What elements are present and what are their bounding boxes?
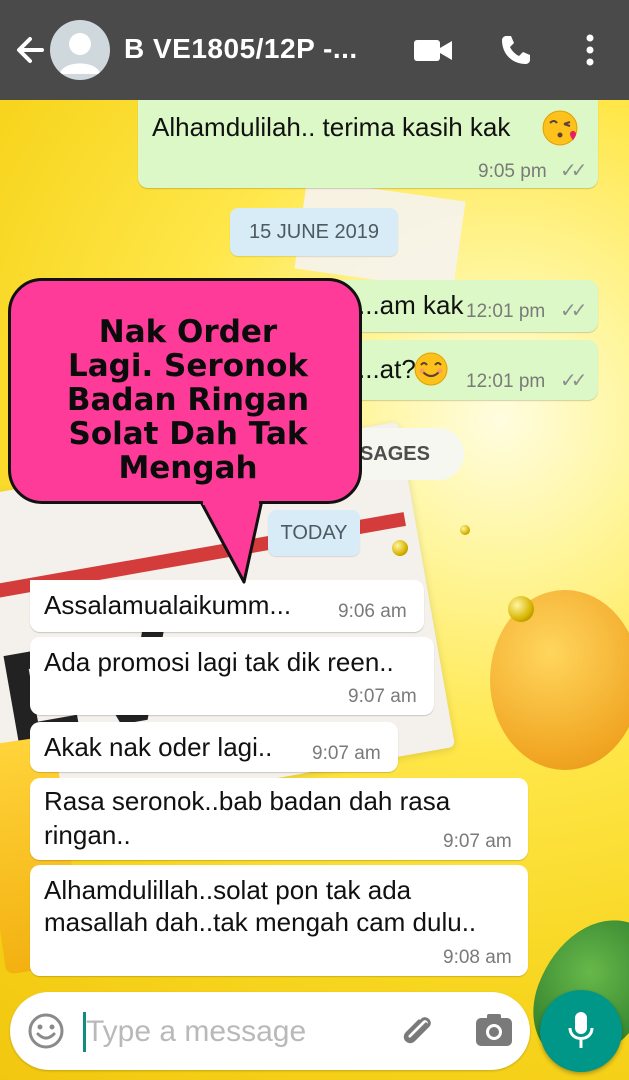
read-receipt-icon: ✓✓ — [560, 160, 587, 182]
back-arrow-icon[interactable] — [12, 30, 48, 70]
message-text-line: Alhamdulillah..solat pon tak ada — [44, 875, 412, 905]
message-input[interactable]: Type a message — [86, 1015, 306, 1049]
message-text: Ada promosi lagi tak dik reen.. — [44, 647, 394, 677]
message-time: 12:01 pm — [466, 371, 546, 392]
message-bubble-incoming[interactable]: Alhamdulillah..solat pon tak ada masalla… — [30, 865, 528, 976]
message-bubble-incoming[interactable]: Assalamualaikumm... 9:06 am — [30, 580, 424, 632]
message-time: 9:05 pm — [478, 161, 547, 182]
message-time: 9:07 am — [443, 831, 512, 852]
kissing-face-heart-icon — [542, 110, 578, 146]
message-time: 9:07 am — [348, 686, 417, 707]
more-options-icon[interactable] — [580, 30, 600, 70]
message-text: Akak nak oder lagi.. — [44, 732, 273, 762]
avatar[interactable] — [50, 20, 110, 80]
message-text-line: masallah dah..tak mengah cam dulu.. — [44, 907, 477, 937]
message-text-line: Rasa seronok..bab badan dah rasa — [44, 786, 451, 816]
message-text: Assalamualaikumm... — [44, 590, 292, 620]
wallpaper-droplet — [508, 596, 534, 622]
message-bubble-incoming[interactable]: Akak nak oder lagi.. 9:07 am — [30, 722, 398, 772]
message-bubble-incoming[interactable]: Ada promosi lagi tak dik reen.. 9:07 am — [30, 637, 434, 715]
message-text: ...at? — [358, 354, 416, 384]
message-bubble-outgoing[interactable]: ...am kak 12:01 pm ✓✓ — [330, 280, 598, 332]
camera-icon[interactable] — [474, 1012, 514, 1050]
message-time: 9:07 am — [312, 743, 381, 764]
promo-callout-text: Nak Order Lagi. Seronok Badan Ringan Sol… — [66, 314, 310, 486]
promo-callout: Nak Order Lagi. Seronok Badan Ringan Sol… — [8, 278, 362, 504]
attach-icon[interactable] — [396, 1010, 438, 1052]
avatar-icon — [60, 33, 100, 74]
message-text: Alhamdulilah.. terima kasih kak — [152, 112, 511, 142]
contact-name[interactable]: B VE1805/12P -... — [124, 33, 358, 65]
message-time: 12:01 pm — [466, 301, 546, 322]
chat-header: B VE1805/12P -... — [0, 0, 629, 100]
callout-tail-join — [203, 499, 259, 505]
mic-icon — [568, 1012, 594, 1048]
message-time: 9:06 am — [338, 601, 407, 622]
wallpaper-droplet — [392, 540, 408, 556]
read-receipt-icon: ✓✓ — [560, 300, 587, 322]
phone-icon[interactable] — [498, 30, 536, 70]
video-call-icon[interactable] — [412, 30, 454, 70]
message-bubble-outgoing[interactable]: ...at? 12:01 pm ✓✓ — [330, 340, 598, 400]
emoji-icon[interactable] — [26, 1011, 66, 1051]
date-divider: 15 JUNE 2019 — [230, 208, 398, 256]
today-divider: TODAY — [268, 510, 360, 556]
message-bubble-outgoing[interactable]: Alhamdulilah.. terima kasih kak 9:05 pm … — [138, 100, 598, 188]
message-time: 9:08 am — [443, 947, 512, 968]
message-composer: Type a message — [10, 992, 530, 1070]
wallpaper-droplet — [460, 525, 470, 535]
message-bubble-incoming[interactable]: Rasa seronok..bab badan dah rasa ringan.… — [30, 778, 528, 860]
voice-record-button[interactable] — [540, 990, 622, 1072]
message-text: ...am kak — [358, 290, 464, 320]
read-receipt-icon: ✓✓ — [560, 370, 587, 392]
smiling-face-icon — [414, 352, 448, 386]
message-text-line: ringan.. — [44, 820, 131, 850]
